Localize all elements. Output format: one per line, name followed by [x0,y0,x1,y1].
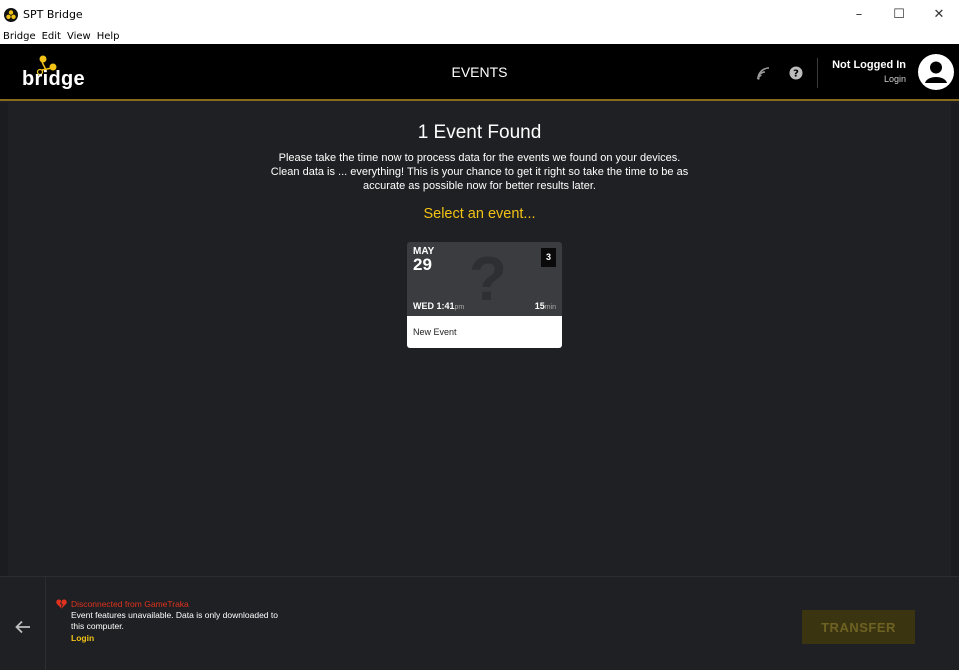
main-content: 1 Event Found Please take the time now t… [8,103,951,575]
event-duration: 15min [535,301,556,311]
app-header: bridge EVENTS ? Not Logged In Login [0,44,959,101]
event-card-header: ? MAY 29 3 WED 1:41pm 15min [407,242,562,316]
maximize-button[interactable]: ☐ [879,0,919,29]
menu-help[interactable]: Help [94,29,123,44]
event-day: 29 [413,255,432,274]
select-event-prompt: Select an event... [423,206,536,222]
menu-view[interactable]: View [64,29,94,44]
wireless-signal-icon[interactable] [756,66,770,80]
user-status: Not Logged In [832,59,906,71]
transfer-button[interactable]: TRANSFER [802,610,915,644]
app-icon [4,7,18,22]
question-mark-icon: ? [469,245,507,314]
bridge-logo[interactable]: bridge [20,52,90,94]
menu-bar: Bridge Edit View Help [0,29,959,44]
event-count-badge: 3 [541,248,556,267]
window-controls: – ☐ ✕ [839,0,959,29]
page-title: EVENTS [451,64,508,80]
menu-bridge[interactable]: Bridge [0,29,39,44]
event-card[interactable]: ? MAY 29 3 WED 1:41pm 15min New Event [407,242,562,348]
event-name: New Event [413,327,457,337]
header-divider [817,58,818,88]
window-titlebar: SPT Bridge – ☐ ✕ [0,0,959,29]
status-title: Disconnected from GameTraka [71,599,189,609]
header-login-link[interactable]: Login [832,74,906,84]
events-found-heading: 1 Event Found [417,122,542,143]
help-icon[interactable]: ? [789,66,803,80]
avatar-icon[interactable] [918,54,954,90]
events-description: Please take the time now to process data… [270,152,689,192]
event-time: WED 1:41pm [413,301,464,311]
connection-status-line: Disconnected from GameTraka [56,599,316,609]
user-status-block: Not Logged In Login [832,59,906,84]
footer-bar: Disconnected from GameTraka Event featur… [0,576,959,670]
event-clock: 1:41 [436,301,455,311]
minimize-button[interactable]: – [839,0,879,29]
event-card-footer: New Event [407,316,562,348]
back-button[interactable] [0,577,46,670]
event-time-suffix: pm [454,304,465,311]
close-button[interactable]: ✕ [919,0,959,29]
menu-edit[interactable]: Edit [39,29,64,44]
event-weekday: WED [413,301,434,311]
event-duration-unit: min [544,304,556,311]
broken-heart-icon [56,599,67,609]
logo-text: bridge [22,68,85,90]
svg-text:?: ? [793,69,799,80]
window-title: SPT Bridge [23,8,83,21]
event-duration-value: 15 [534,301,545,311]
connection-status: Disconnected from GameTraka Event featur… [56,599,316,643]
footer-login-link[interactable]: Login [71,633,316,643]
arrow-left-icon [15,620,30,634]
status-description: Event features unavailable. Data is only… [71,610,278,631]
